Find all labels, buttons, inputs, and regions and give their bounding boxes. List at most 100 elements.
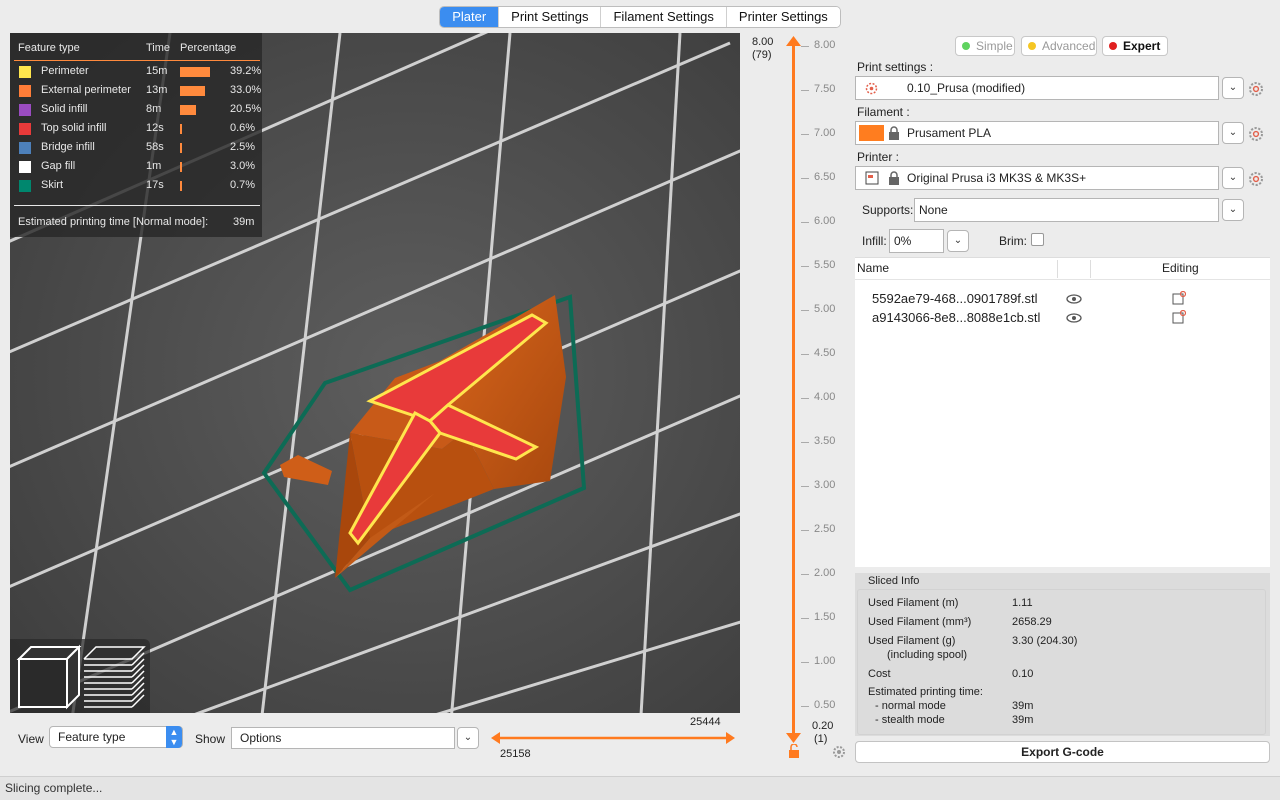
layer-slider[interactable]: 8.00 (79) 8.00 7.50 7.00 6.50 6.00 5.50 5.00 4.… [748,33,852,763]
tab-filament-settings[interactable]: Filament Settings [601,7,727,27]
layer-tick-label: 5.00 [814,303,836,315]
normal-mode-value: 39m [1012,700,1034,712]
legend-swatch [19,66,31,78]
layer-tick [801,90,809,91]
view-type-arrows-icon[interactable]: ▲ ▼ [166,726,182,748]
layer-tick [801,46,809,47]
legend-swatch [19,104,31,116]
legend-divider-bottom [14,205,260,206]
legend-feature-time: 58s [146,141,164,153]
filament-gear-icon[interactable] [1248,126,1264,142]
infill-dropdown-button[interactable]: ⌄ [947,230,969,252]
tab-plater[interactable]: Plater [440,7,500,27]
sliced-info-title: Sliced Info [868,575,920,587]
legend-row: Skirt 17s 0.7% [10,176,262,195]
tab-printer-settings[interactable]: Printer Settings [726,7,840,27]
layer-slider-track[interactable] [792,41,795,737]
eye-icon[interactable] [1066,294,1082,304]
legend-feature-name: Gap fill [41,160,76,172]
layer-tick-label: 2.50 [814,523,836,535]
object-list: Name Editing 5592ae79-468...0901789f.stl… [855,257,1270,567]
printer-select[interactable]: Original Prusa i3 MK3S & MK3S+ [855,166,1219,190]
legend-percentage-bar [180,105,196,115]
print-settings-dropdown-button[interactable]: ⌄ [1222,77,1244,99]
layer-tick-label: 7.00 [814,127,836,139]
layer-tick [801,442,809,443]
layer-tick-label: 2.00 [814,567,836,579]
layer-lower-thumb-icon[interactable] [785,732,802,744]
legend-feature-name: Solid infill [41,103,88,115]
chevron-down-icon: ⌄ [1228,172,1238,183]
slider-settings-gear-icon[interactable] [832,745,846,759]
view-type-value: Feature type [58,730,126,744]
mode-expert-button[interactable]: Expert [1102,36,1168,56]
legend-swatch [19,123,31,135]
legend-feature-name: External perimeter [41,84,131,96]
layer-tick-label: 6.50 [814,171,836,183]
layer-upper-thumb-icon[interactable] [785,35,802,47]
stealth-mode-label: - stealth mode [875,714,945,726]
layer-tick [801,310,809,311]
layer-tick [801,398,809,399]
mode-simple-button[interactable]: Simple [955,36,1015,56]
brim-checkbox[interactable] [1031,233,1044,246]
tab-print-settings[interactable]: Print Settings [499,7,602,27]
unlock-icon[interactable] [788,744,800,759]
printer-icon [865,171,879,185]
legend-feature-name: Bridge infill [41,141,95,153]
view-type-select[interactable]: Feature type ▲ ▼ [49,726,183,748]
infill-input[interactable]: 0% [889,229,944,253]
mode-advanced-button[interactable]: Advanced [1021,36,1097,56]
legend-feature-time: 13m [146,84,168,96]
print-settings-select[interactable]: 0.10_Prusa (modified) [855,76,1219,100]
layer-tick-label: 4.50 [814,347,836,359]
legend-feature-percentage: 3.0% [230,160,256,172]
layer-tick [801,530,809,531]
export-gcode-button[interactable]: Export G-code [855,741,1270,763]
supports-value: None [919,203,948,217]
sliced-info-panel: Sliced Info Used Filament (m) 1.11 Used … [855,572,1270,736]
show-options-field[interactable]: Options [231,727,455,749]
object-list-header-name: Name [857,261,890,275]
object-list-header-editing: Editing [1162,261,1199,275]
preview-viewport[interactable]: Feature type Time Percentage Perimeter 15… [10,33,740,713]
preview-bottom-bar: View Feature type ▲ ▼ Show Options ⌄ 2544… [10,713,740,763]
supports-label: Supports: [862,203,914,217]
legend-swatch [19,161,31,173]
edit-object-icon[interactable] [1172,291,1186,305]
supports-dropdown-button[interactable]: ⌄ [1222,199,1244,221]
supports-select[interactable]: None [914,198,1219,222]
layers-view-icon[interactable] [83,646,146,708]
eye-icon[interactable] [1066,313,1082,323]
legend-row: External perimeter 13m 33.0% [10,81,262,100]
print-preset-gear-icon [865,82,878,95]
layer-tick [801,618,809,619]
legend-feature-percentage: 2.5% [230,141,256,153]
show-options-value: Options [240,731,282,745]
chevron-down-icon: ⌄ [1228,127,1238,138]
chevron-down-icon: ⌄ [1228,82,1238,93]
legend-feature-percentage: 39.2% [230,65,262,77]
3d-view-icon[interactable] [16,644,82,710]
printer-dropdown-button[interactable]: ⌄ [1222,167,1244,189]
edit-object-icon[interactable] [1172,310,1186,324]
show-options-dropdown-button[interactable]: ⌄ [457,727,479,749]
main-tabbar: Plater Print Settings Filament Settings … [0,6,1280,28]
legend-feature-percentage: 33.0% [230,84,262,96]
legend-feature-time: 17s [146,179,164,191]
lock-icon [889,126,899,140]
print-settings-label: Print settings : [857,60,934,74]
legend-swatch [19,142,31,154]
horizontal-move-slider[interactable] [490,731,736,745]
layer-top-value: 8.00 [752,36,774,48]
layer-tick-label: 8.00 [814,39,836,51]
filament-label: Filament : [857,105,910,119]
print-settings-gear-icon[interactable] [1248,81,1264,97]
printer-gear-icon[interactable] [1248,171,1264,187]
legend-divider [14,60,260,61]
filament-dropdown-button[interactable]: ⌄ [1222,122,1244,144]
filament-select[interactable]: Prusament PLA [855,121,1219,145]
layer-tick [801,706,809,707]
legend-header-feature: Feature type [18,42,80,54]
layer-tick-label: 1.50 [814,611,836,623]
